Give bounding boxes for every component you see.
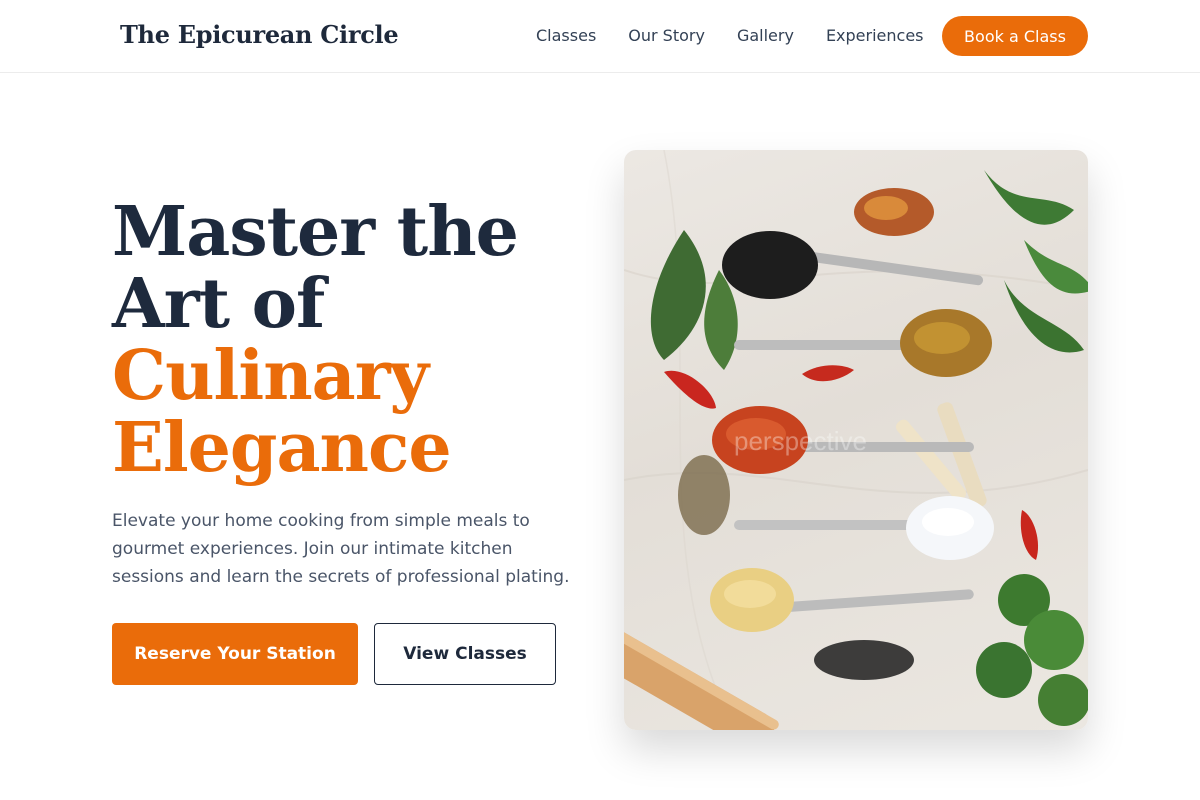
hero-title-accent-line-1: Culinary (112, 336, 429, 416)
hero-title-line-2: Art of (112, 264, 325, 344)
nav-link-gallery[interactable]: Gallery (737, 26, 794, 45)
hero-description: Elevate your home cooking from simple me… (112, 511, 570, 587)
book-class-button[interactable]: Book a Class (942, 16, 1088, 56)
nav-links: Classes Our Story Gallery Experiences (536, 26, 924, 45)
brand-logo[interactable]: The Epicurean Circle (120, 20, 399, 49)
hero-title: Master the Art of Culinary Elegance (112, 196, 592, 484)
spices-illustration: perspective (624, 150, 1088, 730)
reserve-station-button[interactable]: Reserve Your Station (112, 623, 358, 685)
image-watermark: perspective (734, 426, 867, 456)
nav-link-classes[interactable]: Classes (536, 26, 596, 45)
hero-title-accent-line-2: Elegance (112, 408, 452, 488)
navbar: The Epicurean Circle Classes Our Story G… (0, 0, 1200, 73)
nav-link-our-story[interactable]: Our Story (628, 26, 705, 45)
nav-link-experiences[interactable]: Experiences (826, 26, 924, 45)
view-classes-button[interactable]: View Classes (374, 623, 556, 685)
spices-hero-image: perspective (624, 150, 1088, 730)
hero-title-line-1: Master the (112, 192, 519, 272)
